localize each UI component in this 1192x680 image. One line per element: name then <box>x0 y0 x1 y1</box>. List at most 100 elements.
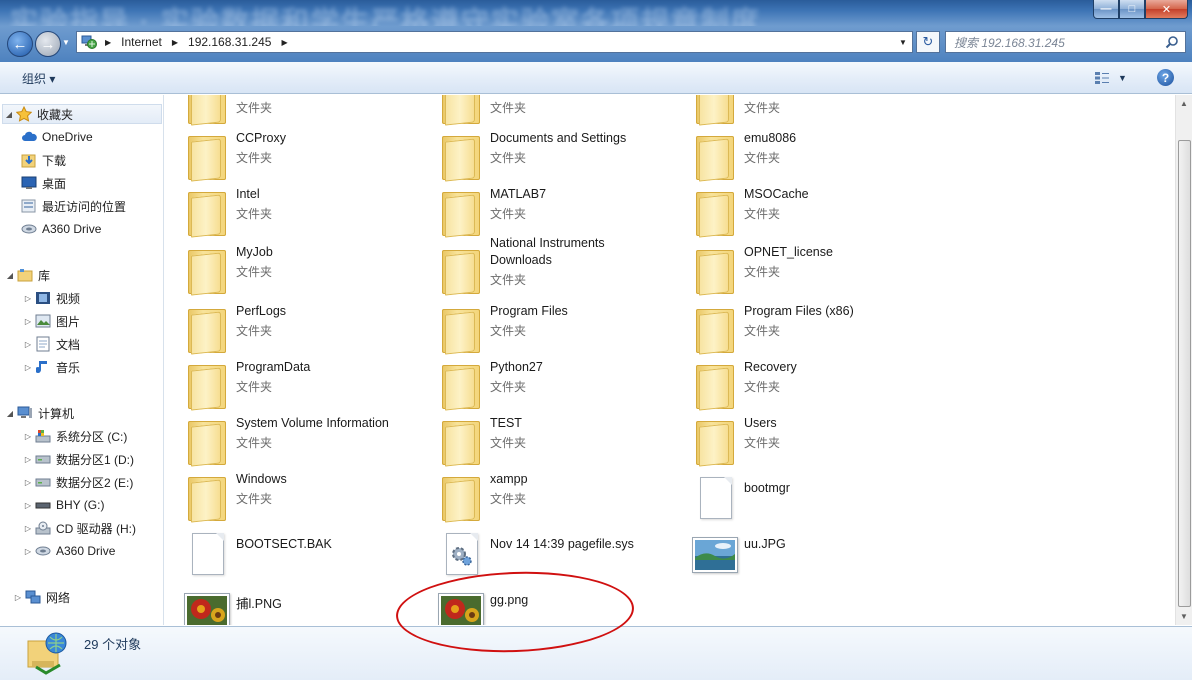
forward-button[interactable]: → <box>35 31 61 57</box>
nav-computer[interactable]: ◢ 计算机 <box>4 403 74 423</box>
nav-item-pictures[interactable]: ▷ 图片 <box>22 311 80 331</box>
nav-item-drive-g[interactable]: ▷ BHY (G:) <box>22 495 105 515</box>
file-tile-intel[interactable]: Intel 文件夹 <box>165 182 419 238</box>
nav-item-drive-c[interactable]: ▷ 系统分区 (C:) <box>22 426 127 446</box>
expand-arrow-icon[interactable]: ◢ <box>4 409 16 418</box>
file-tile-emu8086[interactable]: emu8086 文件夹 <box>673 126 927 182</box>
file-tile-recovery[interactable]: Recovery 文件夹 <box>673 355 927 411</box>
refresh-button[interactable]: ↻ <box>916 31 940 53</box>
file-tile-msocache[interactable]: MSOCache 文件夹 <box>673 182 927 238</box>
file-tile-matlab7[interactable]: MATLAB7 文件夹 <box>419 182 673 238</box>
collapsed-arrow-icon[interactable]: ▷ <box>12 593 24 602</box>
nav-item-music[interactable]: ▷ 音乐 <box>22 357 80 377</box>
nav-item-label: A360 Drive <box>42 222 102 236</box>
folder-icon <box>188 309 226 355</box>
file-tile-uu-jpg[interactable]: uu.JPG <box>673 523 927 579</box>
nav-item-onedrive[interactable]: OneDrive <box>20 127 93 147</box>
nav-item-videos[interactable]: ▷ 视频 <box>22 288 80 308</box>
breadcrumb-separator-icon[interactable]: ▶ <box>275 38 293 47</box>
nav-item-recent-places[interactable]: 最近访问的位置 <box>20 196 126 216</box>
file-tile-programdata[interactable]: ProgramData 文件夹 <box>165 355 419 411</box>
file-tile-users[interactable]: Users 文件夹 <box>673 411 927 467</box>
nav-item-downloads[interactable]: 下载 <box>20 150 66 170</box>
nav-item-label: A360 Drive <box>56 544 116 558</box>
collapsed-arrow-icon[interactable]: ▷ <box>22 432 34 441</box>
file-name: System Volume Information <box>236 416 389 430</box>
change-view-button[interactable]: ▼ <box>1094 69 1134 87</box>
nav-item-a360-drive[interactable]: A360 Drive <box>20 219 101 239</box>
folder-icon <box>188 365 226 411</box>
file-tile-test[interactable]: TEST 文件夹 <box>419 411 673 467</box>
nav-item-a360-drive-computer[interactable]: ▷ A360 Drive <box>22 541 115 561</box>
file-tile-gg-png[interactable]: gg.png <box>419 579 673 625</box>
nav-network[interactable]: ▷ 网络 <box>12 587 70 607</box>
file-type: 文件夹 <box>236 324 273 338</box>
file-name: Documents and Settings <box>490 131 627 145</box>
file-tile-partial[interactable]: 文件夹 <box>419 95 673 126</box>
nav-libraries[interactable]: ◢ 库 <box>4 265 50 285</box>
collapsed-arrow-icon[interactable]: ▷ <box>22 340 34 349</box>
file-tile-bootsect-bak[interactable]: BOOTSECT.BAK <box>165 523 419 579</box>
search-icon[interactable] <box>1165 35 1179 49</box>
organize-button[interactable]: 组织 ▾ <box>22 70 55 87</box>
scroll-up-arrow-icon[interactable]: ▲ <box>1176 95 1192 112</box>
collapsed-arrow-icon[interactable]: ▷ <box>22 478 34 487</box>
collapsed-arrow-icon[interactable]: ▷ <box>22 455 34 464</box>
nav-item-drive-e[interactable]: ▷ 数据分区2 (E:) <box>22 472 133 492</box>
help-button[interactable]: ? <box>1157 69 1174 86</box>
breadcrumb-host[interactable]: 192.168.31.245 <box>184 35 275 49</box>
search-input[interactable]: 搜索 192.168.31.245 <box>945 31 1186 53</box>
removable-drive-icon <box>34 497 52 513</box>
file-tile-partial[interactable]: 文件夹 <box>673 95 927 126</box>
scroll-down-arrow-icon[interactable]: ▼ <box>1176 608 1192 625</box>
address-history-dropdown[interactable]: ▼ <box>894 32 912 52</box>
file-tile-myjob[interactable]: MyJob 文件夹 <box>165 240 419 296</box>
scrollbar-thumb[interactable] <box>1178 140 1191 607</box>
file-tile-ccproxy[interactable]: CCProxy 文件夹 <box>165 126 419 182</box>
file-tile-national-instruments-downloads[interactable]: National Instruments Downloads 文件夹 <box>419 236 673 296</box>
file-tile-xampp[interactable]: xampp 文件夹 <box>419 467 673 523</box>
file-tile-documents-and-settings[interactable]: Documents and Settings 文件夹 <box>419 126 673 182</box>
maximize-button[interactable]: □ <box>1119 0 1145 19</box>
recent-pages-dropdown[interactable]: ▼ <box>62 38 70 47</box>
expand-arrow-icon[interactable]: ◢ <box>3 110 15 119</box>
back-button[interactable]: ← <box>7 31 33 57</box>
breadcrumb-separator-icon[interactable]: ▶ <box>99 38 117 47</box>
nav-item-label: 视频 <box>56 291 81 306</box>
collapsed-arrow-icon[interactable]: ▷ <box>22 547 34 556</box>
file-name: MyJob <box>236 245 273 259</box>
collapsed-arrow-icon[interactable]: ▷ <box>22 501 34 510</box>
nav-favorites[interactable]: ◢ 收藏夹 <box>2 104 162 124</box>
collapsed-arrow-icon[interactable]: ▷ <box>22 317 34 326</box>
breadcrumb-internet[interactable]: Internet <box>117 35 166 49</box>
file-tile-program-files[interactable]: Program Files 文件夹 <box>419 299 673 355</box>
file-tile-bootmgr[interactable]: bootmgr <box>673 467 927 523</box>
file-name: 捕l.PNG <box>236 597 282 611</box>
nav-item-drive-d[interactable]: ▷ 数据分区1 (D:) <box>22 449 134 469</box>
file-tile-program-files-x86[interactable]: Program Files (x86) 文件夹 <box>673 299 927 355</box>
collapsed-arrow-icon[interactable]: ▷ <box>22 524 34 533</box>
address-bar[interactable]: ▶ Internet ▶ 192.168.31.245 ▶ ▼ <box>76 31 913 53</box>
close-button[interactable]: ✕ <box>1145 0 1188 19</box>
folder-icon <box>188 250 226 296</box>
minimize-button[interactable]: — <box>1093 0 1119 19</box>
nav-item-desktop[interactable]: 桌面 <box>20 173 66 193</box>
file-tile-partial[interactable]: 文件夹 <box>165 95 419 126</box>
file-tile-system-volume-information[interactable]: System Volume Information 文件夹 <box>165 411 419 467</box>
file-tile-python27[interactable]: Python27 文件夹 <box>419 355 673 411</box>
file-tile-opnet-license[interactable]: OPNET_license 文件夹 <box>673 240 927 296</box>
file-tile-windows[interactable]: Windows 文件夹 <box>165 467 419 523</box>
nav-item-drive-h[interactable]: ▷ CD 驱动器 (H:) <box>22 518 136 538</box>
search-placeholder: 搜索 192.168.31.245 <box>954 35 1065 50</box>
file-tile-capture-png[interactable]: 捕l.PNG <box>165 579 419 625</box>
vertical-scrollbar[interactable]: ▲ ▼ <box>1175 95 1192 625</box>
file-tile-perflogs[interactable]: PerfLogs 文件夹 <box>165 299 419 355</box>
folder-icon <box>442 421 480 467</box>
music-note-icon <box>34 359 52 375</box>
expand-arrow-icon[interactable]: ◢ <box>4 271 16 280</box>
collapsed-arrow-icon[interactable]: ▷ <box>22 363 34 372</box>
nav-item-documents[interactable]: ▷ 文档 <box>22 334 80 354</box>
collapsed-arrow-icon[interactable]: ▷ <box>22 294 34 303</box>
file-tile-pagefile-sys[interactable]: Nov 14 14:39 pagefile.sys <box>419 523 673 579</box>
breadcrumb-separator-icon[interactable]: ▶ <box>166 38 184 47</box>
